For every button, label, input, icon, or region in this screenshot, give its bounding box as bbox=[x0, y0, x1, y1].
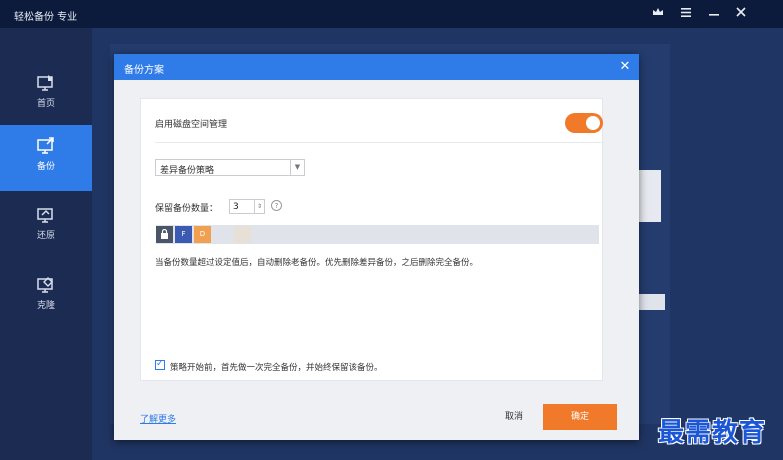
backup-scheme-dialog: 备份方案 ✕ 启用磁盘空间管理 差异备份策略 ▼ 保留备份数量： 3 ⇕ ? F… bbox=[114, 54, 639, 440]
cancel-button[interactable]: 取消 bbox=[494, 406, 534, 428]
sidebar-item-label: 备份 bbox=[36, 162, 55, 172]
background-dropdown bbox=[639, 294, 665, 310]
dialog-header: 备份方案 ✕ bbox=[114, 54, 639, 80]
strategy-select-value: 差异备份策略 bbox=[160, 166, 215, 176]
sidebar-item-label: 克隆 bbox=[36, 301, 55, 311]
strategy-select[interactable]: 差异备份策略 ▼ bbox=[155, 159, 305, 176]
backup-slots-bar: F D bbox=[156, 225, 599, 244]
toggle-knob bbox=[586, 116, 600, 130]
keep-full-backup-label: 策略开始前，首先做一次完全备份，并始终保留该备份。 bbox=[170, 363, 383, 373]
enable-disk-management-label: 启用磁盘空间管理 bbox=[155, 120, 228, 130]
background-panel bbox=[639, 170, 661, 222]
disk-management-toggle[interactable] bbox=[565, 113, 603, 133]
learn-more-link[interactable]: 了解更多 bbox=[140, 412, 176, 425]
policy-note: 当备份数量超过设定值后，自动删除老备份。优先删除差异备份，之后删除完全备份。 bbox=[155, 258, 479, 268]
keep-count-label: 保留备份数量： bbox=[155, 204, 219, 214]
sidebar-item-restore[interactable]: 还原 bbox=[0, 194, 92, 260]
sidebar-item-clone[interactable]: 克隆 bbox=[0, 264, 92, 330]
minimize-icon[interactable] bbox=[706, 6, 722, 22]
crown-icon[interactable] bbox=[650, 6, 666, 22]
diff-backup-block: D bbox=[194, 226, 211, 243]
full-backup-block: F bbox=[175, 226, 192, 243]
sidebar-item-home[interactable]: 首页 bbox=[0, 62, 92, 128]
clone-monitor-icon bbox=[36, 276, 56, 294]
watermark-logo: 最需教育 bbox=[658, 418, 767, 448]
keep-count-stepper[interactable]: 3 ⇕ bbox=[229, 199, 265, 214]
title-bar: 轻松备份 专业 bbox=[0, 0, 783, 28]
stepper-arrows-icon[interactable]: ⇕ bbox=[254, 200, 264, 213]
lock-icon bbox=[156, 226, 173, 243]
ok-button[interactable]: 确定 bbox=[543, 404, 617, 430]
keep-count-value: 3 bbox=[233, 202, 239, 212]
help-icon[interactable]: ? bbox=[271, 200, 282, 211]
sidebar-item-backup[interactable]: 备份 bbox=[0, 125, 92, 191]
keep-full-backup-checkbox[interactable] bbox=[155, 359, 165, 370]
close-icon[interactable]: ✕ bbox=[617, 59, 633, 75]
dialog-title: 备份方案 bbox=[124, 65, 164, 76]
restore-monitor-icon bbox=[36, 206, 56, 224]
menu-icon[interactable] bbox=[678, 6, 694, 22]
chevron-down-icon: ▼ bbox=[290, 160, 304, 175]
sidebar: 首页 备份 还原 克隆 bbox=[0, 28, 92, 460]
settings-card: 启用磁盘空间管理 差异备份策略 ▼ 保留备份数量： 3 ⇕ ? F D 当备份数… bbox=[140, 98, 604, 381]
empty-slot-block bbox=[234, 226, 251, 243]
app-title: 轻松备份 专业 bbox=[14, 12, 78, 23]
home-monitor-icon bbox=[36, 74, 56, 92]
backup-monitor-icon bbox=[36, 137, 56, 155]
close-icon[interactable] bbox=[733, 6, 749, 22]
sidebar-item-label: 还原 bbox=[36, 231, 55, 241]
divider bbox=[155, 142, 604, 143]
sidebar-item-label: 首页 bbox=[36, 99, 55, 109]
